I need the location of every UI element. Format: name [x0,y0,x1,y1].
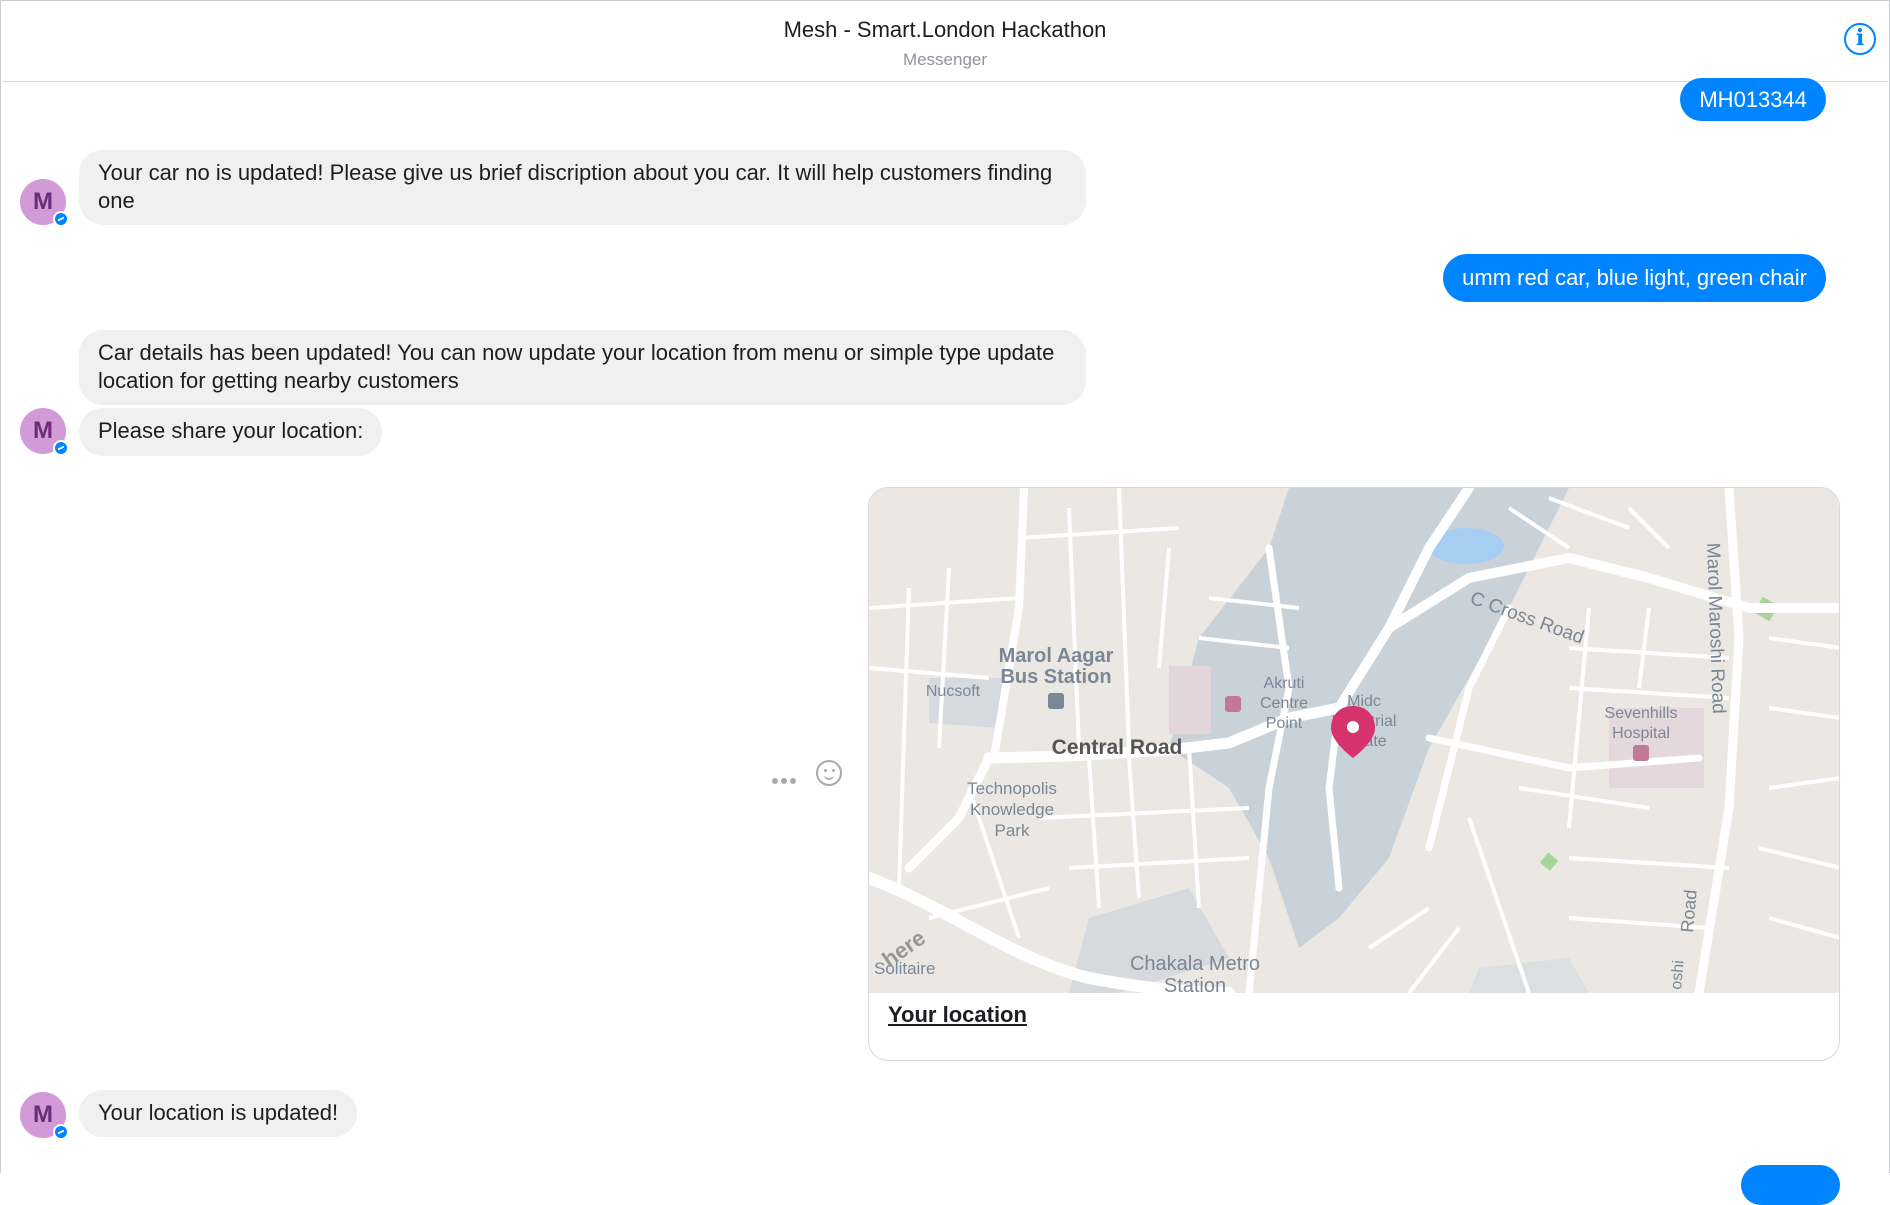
map-label: Central Road [1052,736,1183,759]
messenger-badge-icon [53,1124,69,1140]
incoming-message: Car details has been updated! You can no… [79,330,1086,405]
bot-avatar[interactable]: M [20,179,69,227]
map-image[interactable]: Marol Aagar Bus Station Nucsoft Central … [869,488,1840,993]
map-label: Centre [1260,695,1308,712]
conversation-subtitle: Messenger [902,50,988,69]
map-label: oshi [1668,960,1687,991]
location-caption-link[interactable]: Your location [888,1002,1027,1028]
info-icon[interactable]: i [1844,23,1876,55]
map-label: Akruti [1264,675,1305,692]
map-label: Sevenhills [1605,705,1678,722]
incoming-message: Your car no is updated! Please give us b… [79,150,1086,225]
map-label: Point [1266,715,1303,732]
conversation-header: Mesh - Smart.London Hackathon Messenger … [2,2,1888,82]
map-label: Bus Station [1000,666,1111,688]
bot-avatar[interactable]: M [20,1092,69,1140]
avatar-letter: M [33,417,53,444]
avatar-letter: M [33,1101,53,1128]
message-text: Car details has been updated! You can no… [98,340,1055,393]
location-card[interactable]: Marol Aagar Bus Station Nucsoft Central … [868,487,1840,1061]
outgoing-message [1741,1165,1840,1205]
message-text: umm red car, blue light, green chair [1462,265,1807,290]
map-label: Station [1164,975,1226,993]
messenger-badge-icon [53,211,69,227]
messenger-badge-icon [53,440,69,456]
map-label: Chakala Metro [1130,953,1260,975]
conversation-title: Mesh - Smart.London Hackathon [783,17,1107,42]
map-label: Nucsoft [926,683,981,700]
bot-avatar[interactable]: M [20,408,69,456]
message-text: Please share your location: [98,418,364,443]
map-label: Knowledge [970,800,1054,819]
map-label: Road [1677,889,1701,934]
message-text: Your location is updated! [98,1100,339,1125]
message-actions [772,760,844,788]
map-label: Hospital [1612,725,1670,742]
map-label: Park [995,821,1030,840]
map-label: Marol Aagar [999,645,1114,667]
outgoing-message: MH013344 [1680,78,1826,121]
more-dots-icon[interactable] [772,771,799,789]
incoming-message: Your location is updated! [79,1090,358,1137]
outgoing-message: umm red car, blue light, green chair [1443,254,1826,302]
message-text: MH013344 [1699,87,1807,112]
map-label: Technopolis [967,779,1057,798]
incoming-message: Please share your location: [79,408,383,456]
avatar-letter: M [33,188,53,215]
message-text: Your car no is updated! Please give us b… [98,160,1053,213]
smiley-icon[interactable] [816,760,842,786]
